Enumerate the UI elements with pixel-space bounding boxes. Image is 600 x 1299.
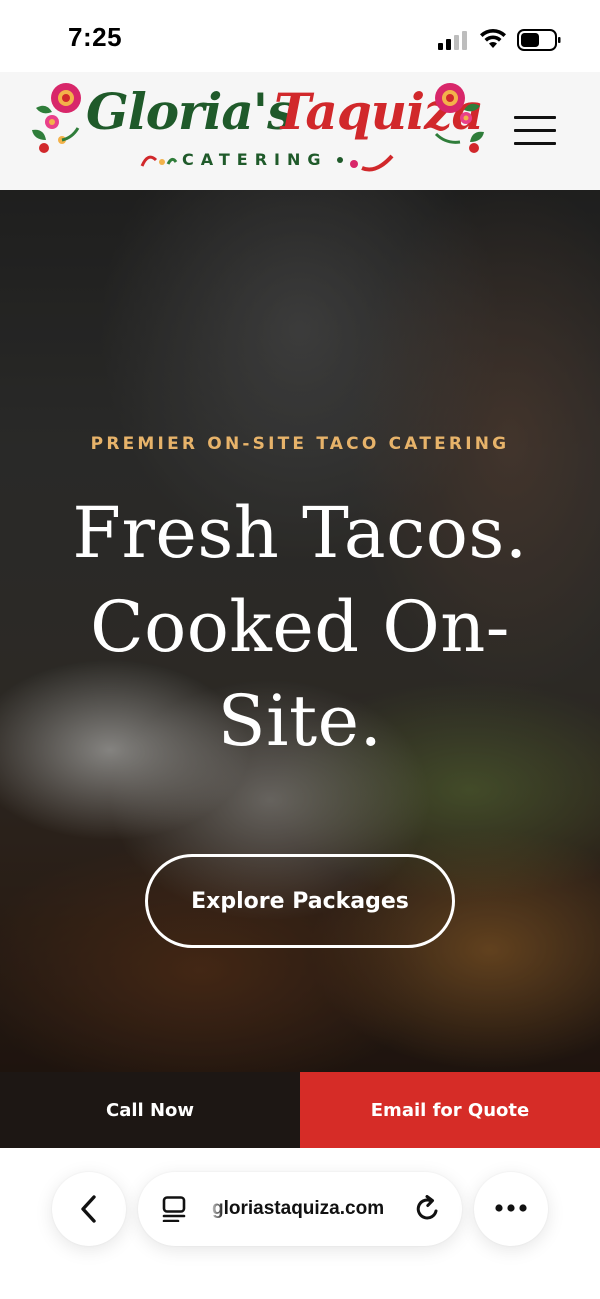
more-options-button[interactable] xyxy=(474,1172,548,1246)
signal-icon xyxy=(438,31,467,50)
site-header: Gloria's Taquiza CATERING xyxy=(0,72,600,190)
hero-title: Fresh Tacos. Cooked On-Site. xyxy=(72,492,528,762)
flower-right-icon xyxy=(434,83,484,153)
address-bar[interactable]: gloriastaquiza.com xyxy=(138,1172,462,1246)
email-for-quote-button[interactable]: Email for Quote xyxy=(300,1072,600,1148)
back-button[interactable] xyxy=(52,1172,126,1246)
hero-eyebrow: PREMIER ON-SITE TACO CATERING xyxy=(90,434,510,454)
reload-icon[interactable] xyxy=(414,1195,442,1223)
cta-bar: Call Now Email for Quote xyxy=(0,1072,600,1148)
browser-toolbar: gloriastaquiza.com xyxy=(0,1148,600,1299)
wifi-icon xyxy=(480,28,506,48)
logo-ornament-right-icon xyxy=(337,154,394,172)
site-logo[interactable]: Gloria's Taquiza CATERING xyxy=(28,78,488,184)
logo-gloria: Gloria's xyxy=(86,82,295,141)
hamburger-menu-icon[interactable] xyxy=(514,116,556,146)
more-icon xyxy=(495,1204,527,1212)
url-text: gloriastaquiza.com xyxy=(212,1198,385,1219)
logo-catering: CATERING xyxy=(182,150,328,169)
explore-packages-button[interactable]: Explore Packages xyxy=(145,854,455,948)
hero-section: PREMIER ON-SITE TACO CATERING Fresh Taco… xyxy=(0,190,600,1072)
logo-ornament-left-icon xyxy=(140,155,178,167)
status-time: 7:25 xyxy=(68,22,123,52)
call-now-button[interactable]: Call Now xyxy=(0,1072,300,1148)
status-bar: 7:25 xyxy=(0,0,600,72)
url-fade xyxy=(208,1192,224,1226)
battery-icon xyxy=(517,29,561,51)
back-icon xyxy=(81,1195,96,1223)
flower-left-icon xyxy=(32,83,81,153)
tabs-icon xyxy=(162,1196,186,1222)
